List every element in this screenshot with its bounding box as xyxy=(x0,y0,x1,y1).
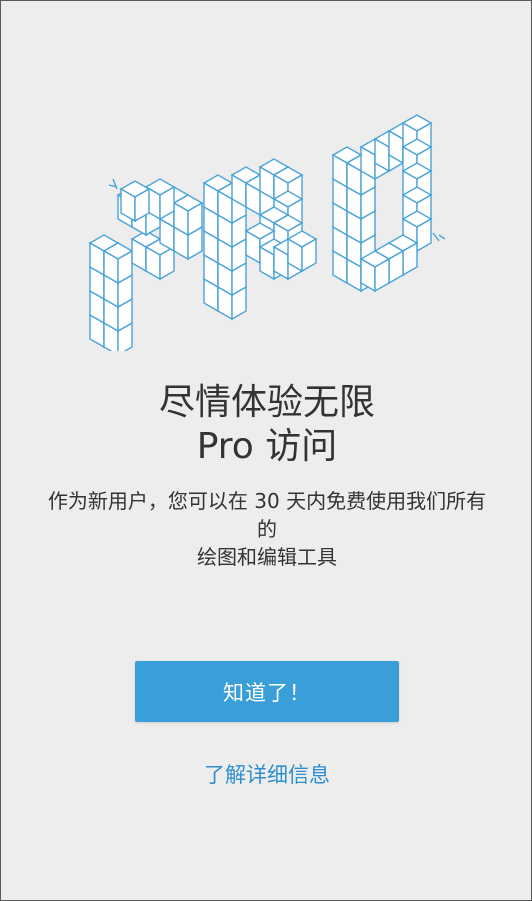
title-line-1: 尽情体验无限 xyxy=(158,382,375,423)
description-line-3: 绘图和编辑工具 xyxy=(197,545,337,569)
title-line-2: Pro 访问 xyxy=(196,426,338,467)
letter-p xyxy=(89,178,203,351)
learn-more-link[interactable]: 了解详细信息 xyxy=(1,757,532,793)
onboarding-title: 尽情体验无限 Pro 访问 xyxy=(1,381,532,469)
onboarding-description: 作为新用户，您可以在 30 天内免费使用我们所有 的 绘图和编辑工具 xyxy=(9,487,525,571)
letter-r xyxy=(203,158,317,320)
pro-cubes-illustration xyxy=(89,114,446,351)
got-it-button[interactable]: 知道了！ xyxy=(135,661,399,722)
description-line-1: 作为新用户，您可以在 30 天内免费使用我们所有 xyxy=(47,489,487,513)
description-line-2: 的 xyxy=(257,517,277,541)
app-frame: 尽情体验无限 Pro 访问 作为新用户，您可以在 30 天内免费使用我们所有 的… xyxy=(0,0,532,901)
letter-o xyxy=(332,114,446,292)
